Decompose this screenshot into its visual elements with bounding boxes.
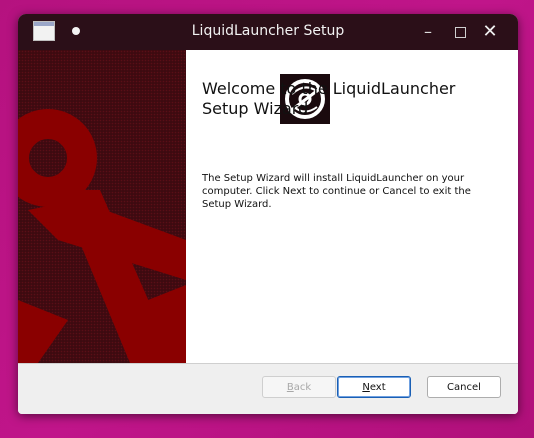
setup-window: LiquidLauncher Setup – ✕ Welcome to the …: [18, 14, 518, 414]
back-accelerator: B: [286, 382, 294, 393]
button-bar: Back Next Cancel: [18, 363, 518, 414]
window-title: LiquidLauncher Setup: [191, 23, 345, 39]
anchor-banner-graphic: [18, 50, 186, 363]
next-accelerator: N: [362, 382, 370, 393]
back-button[interactable]: Back: [262, 376, 336, 398]
back-label: ack: [293, 382, 312, 393]
page-heading: Welcome to the LiquidLauncher Setup Wiza…: [202, 79, 456, 118]
close-button[interactable]: ✕: [480, 22, 500, 42]
wizard-banner: [18, 50, 186, 363]
next-label: ext: [369, 382, 386, 393]
title-bar[interactable]: LiquidLauncher Setup – ✕: [18, 14, 518, 50]
cancel-button[interactable]: Cancel: [427, 376, 501, 398]
next-button[interactable]: Next: [337, 376, 411, 398]
maximize-icon: [454, 27, 466, 38]
intro-text: The Setup Wizard will install LiquidLaun…: [202, 173, 471, 210]
minimize-button[interactable]: –: [418, 22, 438, 42]
maximize-button[interactable]: [450, 22, 470, 42]
wizard-content: Welcome to the LiquidLauncher Setup Wiza…: [186, 50, 518, 363]
